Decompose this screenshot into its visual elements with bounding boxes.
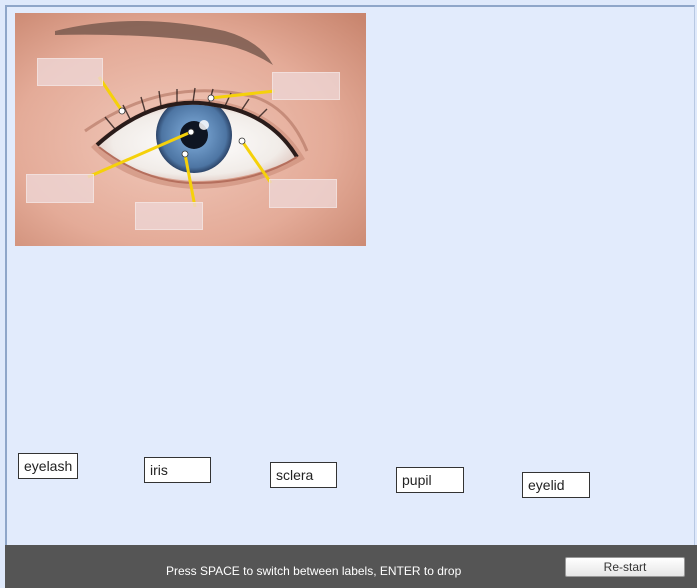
drop-target-iris[interactable] xyxy=(135,202,203,230)
label-eyelash[interactable]: eyelash xyxy=(18,453,79,479)
activity-stage: eyelash iris sclera pupil eyelid xyxy=(5,5,695,545)
label-eyelid[interactable]: eyelid xyxy=(522,472,590,498)
label-iris[interactable]: iris xyxy=(144,457,211,483)
drop-target-sclera[interactable] xyxy=(269,179,337,208)
instruction-text: Press SPACE to switch between labels, EN… xyxy=(166,564,462,578)
label-pupil[interactable]: pupil xyxy=(396,467,464,493)
drop-target-eyelid[interactable] xyxy=(37,58,103,86)
footer-bar: Press SPACE to switch between labels, EN… xyxy=(5,545,697,588)
label-sclera[interactable]: sclera xyxy=(270,462,337,488)
restart-button[interactable]: Re-start xyxy=(565,557,685,577)
eye-illustration xyxy=(15,13,366,246)
drop-target-pupil[interactable] xyxy=(26,174,94,203)
drop-target-eyelash[interactable] xyxy=(272,72,340,100)
